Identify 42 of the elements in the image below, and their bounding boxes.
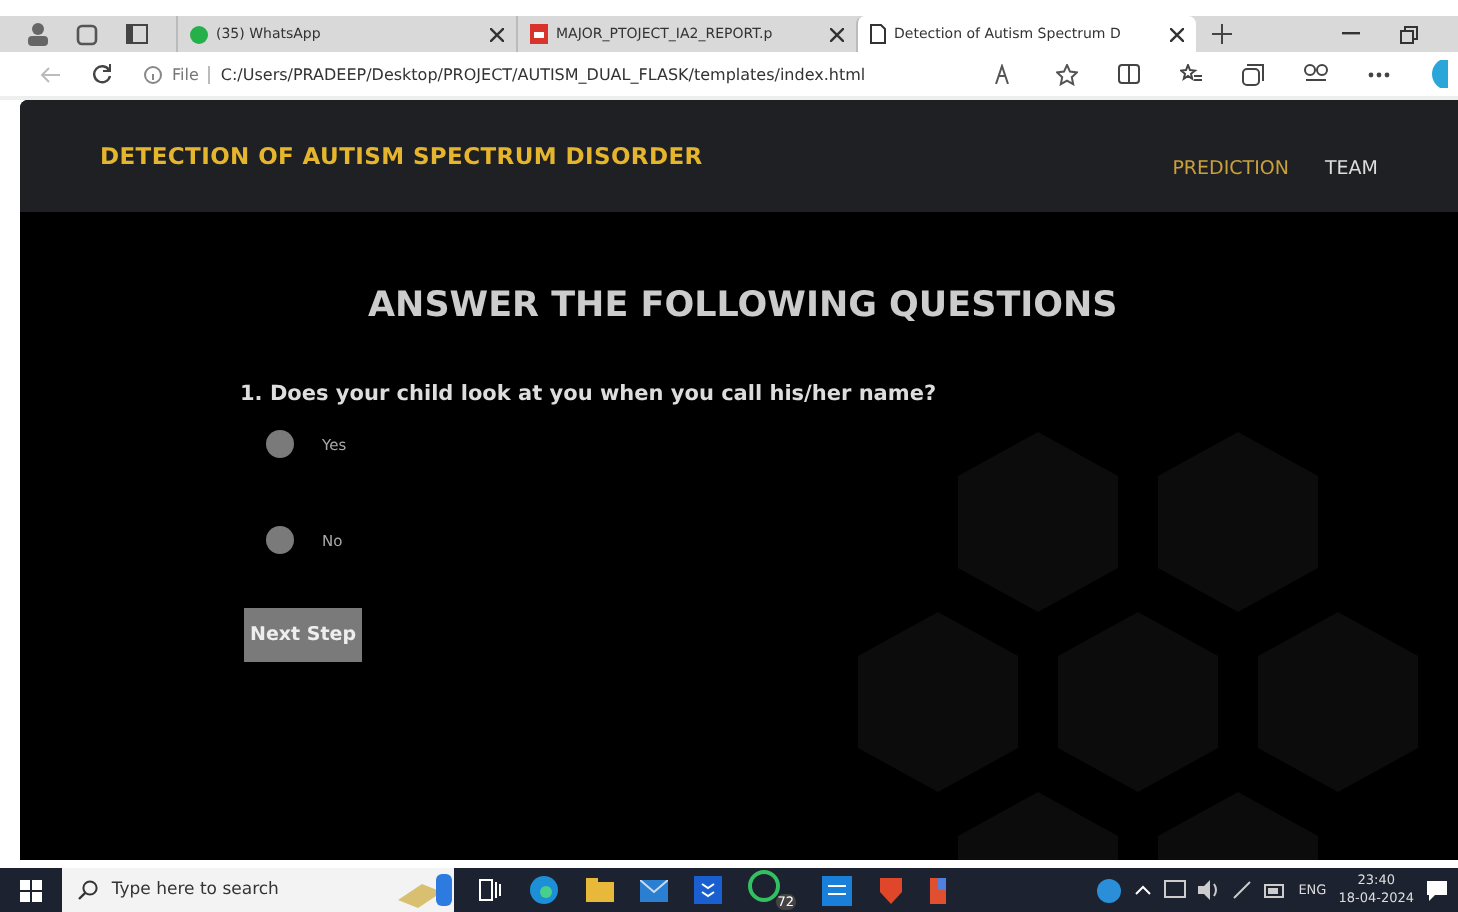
notification-icon[interactable]: [1426, 879, 1448, 901]
url-text: C:/Users/PRADEEP/Desktop/PROJECT/AUTISM_DUAL_FLASK/templates/index.html: [220, 65, 866, 83]
nav-link[interactable]: TEAM: [1324, 158, 1378, 180]
collections-icon[interactable]: [1242, 63, 1264, 85]
page-icon: [870, 24, 886, 44]
more-icon[interactable]: [1368, 71, 1390, 77]
close-icon[interactable]: [490, 27, 504, 41]
mail-icon[interactable]: [640, 879, 668, 901]
new-tab-icon[interactable]: [1212, 24, 1232, 44]
profile-icon[interactable]: [28, 22, 48, 46]
radio-button[interactable]: [266, 526, 294, 554]
file-label: File: [172, 65, 211, 83]
restore-icon[interactable]: [1400, 25, 1418, 43]
battery-icon[interactable]: [1264, 883, 1287, 897]
speaker-icon[interactable]: [1198, 880, 1221, 900]
shield-icon[interactable]: [878, 875, 904, 905]
split-screen-icon[interactable]: [1118, 64, 1140, 84]
radio-button[interactable]: [266, 430, 294, 458]
nav-link[interactable]: PREDICTION: [1172, 158, 1289, 180]
question-text: 1. Does your child look at you when you call his/her name?: [240, 382, 937, 406]
page-heading: ANSWER THE FOLLOWING QUESTIONS: [368, 286, 1118, 326]
close-icon[interactable]: [1170, 27, 1184, 41]
site-title: DETECTION OF AUTISM SPECTRUM DISORDER: [100, 142, 703, 170]
address-bar[interactable]: File C:/Users/PRADEEP/Desktop/PROJECT/AUTISM_DUAL_FLASK/templates/index.html: [144, 65, 866, 83]
display-icon[interactable]: [1164, 880, 1187, 900]
chevron-up-icon[interactable]: [1134, 884, 1153, 896]
star-icon[interactable]: [1056, 63, 1078, 85]
folder-icon[interactable]: [586, 878, 614, 902]
tab-actions-icon[interactable]: [126, 24, 148, 44]
refresh-icon[interactable]: [92, 64, 112, 84]
app-icon[interactable]: [930, 877, 946, 903]
taskbar-search-field[interactable]: Type here to search: [62, 868, 454, 912]
task-view-icon[interactable]: [478, 878, 502, 902]
minimize-icon[interactable]: [1342, 32, 1360, 36]
pdf-file-icon: [530, 24, 548, 44]
info-icon: [144, 65, 162, 83]
windows-start-icon[interactable]: [20, 879, 42, 901]
extensions-icon[interactable]: [1304, 64, 1328, 84]
next-step-button[interactable]: Next Step: [244, 608, 362, 662]
search-icon: [78, 880, 98, 900]
favorites-icon[interactable]: [1180, 64, 1202, 84]
close-icon[interactable]: [830, 27, 844, 41]
